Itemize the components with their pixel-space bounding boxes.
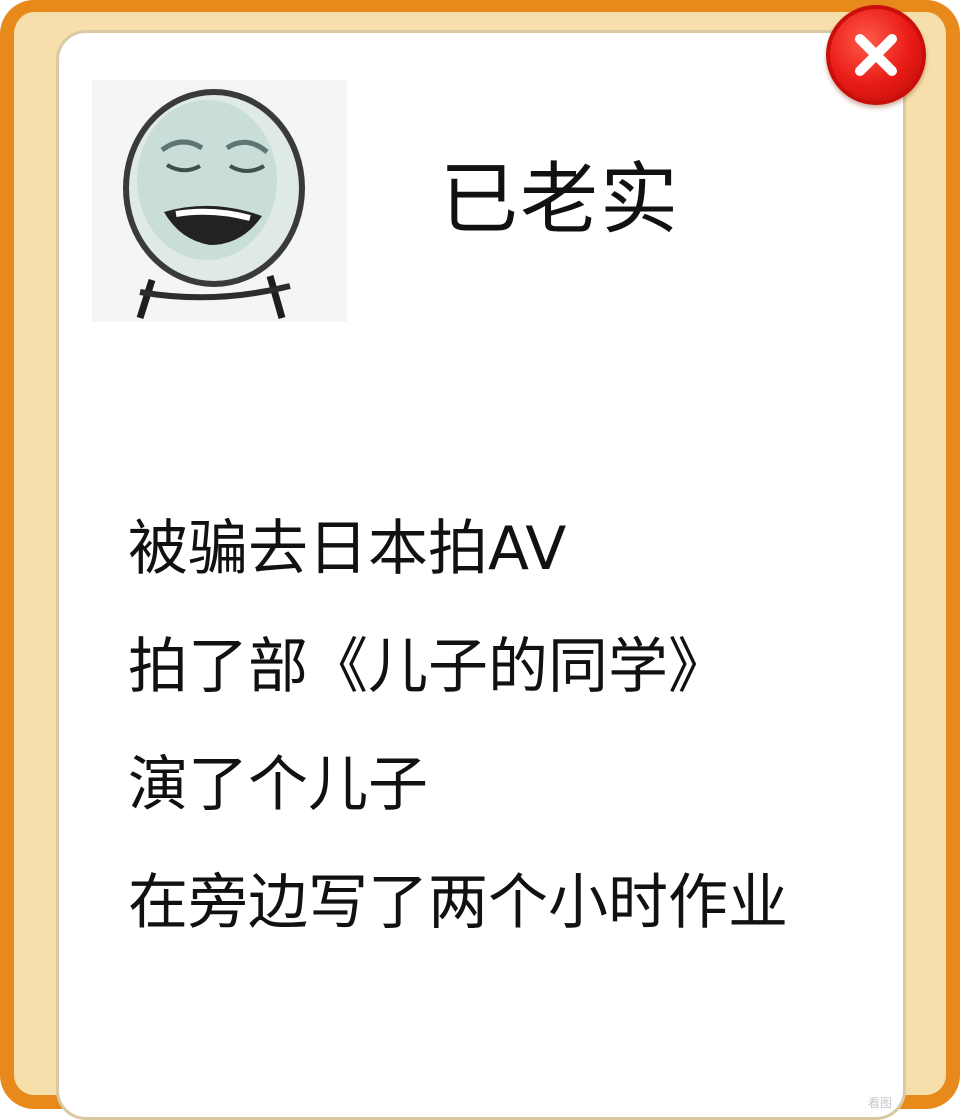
message-body: 被骗去日本拍AV 拍了部《儿子的同学》 演了个儿子 在旁边写了两个小时作业 xyxy=(128,490,868,962)
message-line-1: 被骗去日本拍AV xyxy=(128,514,567,584)
close-button[interactable] xyxy=(826,5,926,105)
crying-face-meme-icon xyxy=(92,80,347,322)
message-line-4: 在旁边写了两个小时作业 xyxy=(128,868,788,938)
message-line-2: 拍了部《儿子的同学》 xyxy=(128,632,728,702)
message-line-3: 演了个儿子 xyxy=(128,750,428,820)
watermark: 看图 xyxy=(868,1096,893,1110)
close-icon xyxy=(855,34,897,76)
dialog-title: 已老实 xyxy=(439,155,680,245)
